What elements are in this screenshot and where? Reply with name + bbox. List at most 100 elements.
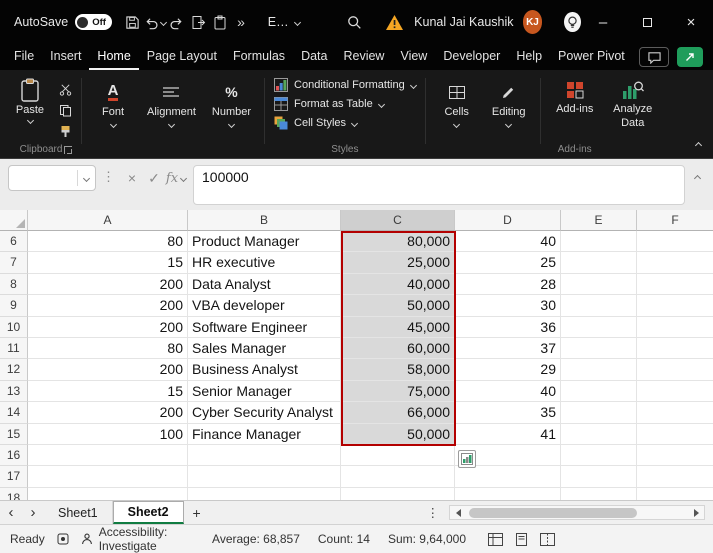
format-as-table-button[interactable]: Format as Table bbox=[270, 95, 420, 113]
cell-C18[interactable] bbox=[341, 488, 455, 500]
cell-E11[interactable] bbox=[561, 338, 637, 359]
horizontal-scrollbar[interactable] bbox=[449, 505, 705, 520]
row-header-18[interactable]: 18 bbox=[0, 488, 28, 500]
quick-analysis-button[interactable] bbox=[458, 450, 476, 468]
cell-E7[interactable] bbox=[561, 252, 637, 273]
row-header-16[interactable]: 16 bbox=[0, 445, 28, 466]
cell-E6[interactable] bbox=[561, 231, 637, 252]
scrollbar-thumb[interactable] bbox=[469, 508, 637, 518]
cell-A8[interactable]: 200 bbox=[28, 274, 188, 295]
share-button[interactable] bbox=[677, 47, 703, 67]
clipboard-dialog-launcher[interactable] bbox=[64, 146, 72, 154]
avatar[interactable]: KJ bbox=[523, 10, 543, 34]
page-layout-view-button[interactable] bbox=[514, 533, 529, 546]
minimize-button[interactable]: – bbox=[581, 0, 625, 44]
drag-handle-icon[interactable]: ⋮ bbox=[102, 169, 115, 185]
sheet-tab-sheet2[interactable]: Sheet2 bbox=[113, 501, 184, 524]
cell-A13[interactable]: 15 bbox=[28, 381, 188, 402]
cell-D14[interactable]: 35 bbox=[455, 402, 561, 423]
conditional-formatting-button[interactable]: Conditional Formatting bbox=[270, 76, 420, 94]
document-title[interactable]: E… bbox=[268, 15, 300, 29]
cell-F16[interactable] bbox=[637, 445, 713, 466]
cell-F13[interactable] bbox=[637, 381, 713, 402]
cell-C11[interactable]: 60,000 bbox=[341, 338, 455, 359]
cell-F17[interactable] bbox=[637, 466, 713, 487]
tab-bar-options-icon[interactable]: ⋮ bbox=[417, 501, 450, 524]
cell-E9[interactable] bbox=[561, 295, 637, 316]
font-group-button[interactable]: A Font bbox=[87, 74, 139, 158]
cell-E15[interactable] bbox=[561, 424, 637, 445]
cell-E10[interactable] bbox=[561, 317, 637, 338]
cell-F6[interactable] bbox=[637, 231, 713, 252]
accessibility-status[interactable]: Accessibility: Investigate bbox=[99, 525, 194, 553]
comments-button[interactable] bbox=[639, 47, 669, 67]
tab-page-layout[interactable]: Page Layout bbox=[139, 44, 225, 70]
cells-group-button[interactable]: Cells bbox=[431, 74, 483, 158]
previous-sheet-button[interactable]: ‹ bbox=[0, 501, 22, 524]
cell-B7[interactable]: HR executive bbox=[188, 252, 341, 273]
row-header-11[interactable]: 11 bbox=[0, 338, 28, 359]
cell-D7[interactable]: 25 bbox=[455, 252, 561, 273]
cell-B12[interactable]: Business Analyst bbox=[188, 359, 341, 380]
tab-formulas[interactable]: Formulas bbox=[225, 44, 293, 70]
cell-D10[interactable]: 36 bbox=[455, 317, 561, 338]
cell-F15[interactable] bbox=[637, 424, 713, 445]
status-count[interactable]: Count: 14 bbox=[318, 532, 370, 546]
new-sheet-button[interactable]: + bbox=[184, 501, 210, 524]
cell-F14[interactable] bbox=[637, 402, 713, 423]
accessibility-icon[interactable] bbox=[81, 533, 93, 545]
cell-B8[interactable]: Data Analyst bbox=[188, 274, 341, 295]
cell-D6[interactable]: 40 bbox=[455, 231, 561, 252]
cell-E16[interactable] bbox=[561, 445, 637, 466]
cell-F12[interactable] bbox=[637, 359, 713, 380]
row-header-14[interactable]: 14 bbox=[0, 402, 28, 423]
tab-data[interactable]: Data bbox=[293, 44, 335, 70]
cell-D13[interactable]: 40 bbox=[455, 381, 561, 402]
cell-C16[interactable] bbox=[341, 445, 455, 466]
cell-F9[interactable] bbox=[637, 295, 713, 316]
cell-D17[interactable] bbox=[455, 466, 561, 487]
formula-input[interactable]: 100000 bbox=[193, 165, 685, 205]
cell-B17[interactable] bbox=[188, 466, 341, 487]
cell-C10[interactable]: 45,000 bbox=[341, 317, 455, 338]
collapse-ribbon-button[interactable] bbox=[695, 142, 702, 149]
normal-view-button[interactable] bbox=[488, 533, 503, 546]
cell-E13[interactable] bbox=[561, 381, 637, 402]
row-header-15[interactable]: 15 bbox=[0, 424, 28, 445]
cancel-button[interactable]: × bbox=[121, 165, 143, 191]
copy-button[interactable] bbox=[54, 101, 76, 119]
cell-E14[interactable] bbox=[561, 402, 637, 423]
column-header-B[interactable]: B bbox=[188, 210, 341, 231]
cell-C17[interactable] bbox=[341, 466, 455, 487]
undo-button[interactable] bbox=[144, 8, 166, 36]
cell-A7[interactable]: 15 bbox=[28, 252, 188, 273]
editing-group-button[interactable]: Editing bbox=[483, 74, 535, 158]
analyze-data-button[interactable]: Analyze Data bbox=[604, 74, 662, 158]
cell-D18[interactable] bbox=[455, 488, 561, 500]
clipboard-button[interactable] bbox=[209, 8, 231, 36]
license-warning-icon[interactable] bbox=[385, 14, 404, 31]
enter-button[interactable]: ✓ bbox=[143, 165, 165, 191]
autosave-toggle[interactable]: Off bbox=[75, 14, 112, 30]
export-button[interactable] bbox=[187, 8, 209, 36]
sheet-tab-sheet1[interactable]: Sheet1 bbox=[44, 501, 113, 524]
cell-D9[interactable]: 30 bbox=[455, 295, 561, 316]
insert-function-button[interactable]: fx bbox=[165, 165, 187, 191]
cell-A15[interactable]: 100 bbox=[28, 424, 188, 445]
cell-B13[interactable]: Senior Manager bbox=[188, 381, 341, 402]
lightbulb-icon[interactable] bbox=[564, 12, 581, 32]
cell-A18[interactable] bbox=[28, 488, 188, 500]
column-header-C[interactable]: C bbox=[341, 210, 455, 231]
cell-E18[interactable] bbox=[561, 488, 637, 500]
cell-F10[interactable] bbox=[637, 317, 713, 338]
tab-power-pivot[interactable]: Power Pivot bbox=[550, 44, 633, 70]
cell-F11[interactable] bbox=[637, 338, 713, 359]
cell-A12[interactable]: 200 bbox=[28, 359, 188, 380]
column-header-F[interactable]: F bbox=[637, 210, 713, 231]
cell-C7[interactable]: 25,000 bbox=[341, 252, 455, 273]
add-ins-button[interactable]: Add-ins bbox=[546, 74, 604, 117]
row-header-7[interactable]: 7 bbox=[0, 252, 28, 273]
row-header-8[interactable]: 8 bbox=[0, 274, 28, 295]
row-header-13[interactable]: 13 bbox=[0, 381, 28, 402]
cell-A6[interactable]: 80 bbox=[28, 231, 188, 252]
